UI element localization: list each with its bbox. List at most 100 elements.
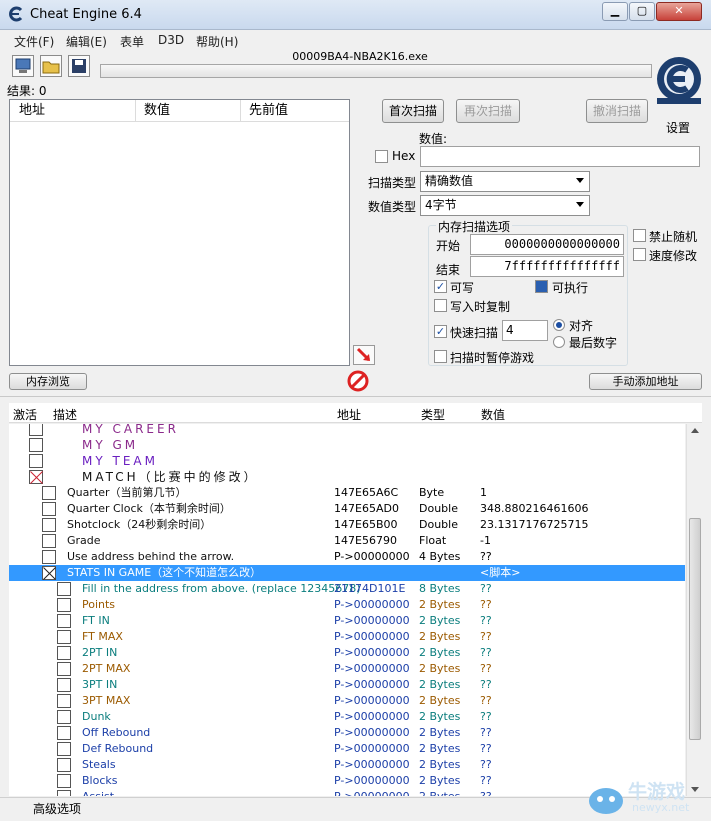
fast-scan-checkbox[interactable] [434,325,447,338]
table-row[interactable]: 2PT MAX P->00000000 2 Bytes?? [9,661,685,677]
maximize-button[interactable]: ▢ [629,2,655,21]
header-description[interactable]: 描述 [53,406,77,423]
row-active-checkbox[interactable] [42,502,56,516]
splitter[interactable] [0,396,711,400]
stop-icon[interactable] [347,370,369,392]
row-active-checkbox[interactable] [57,662,71,676]
row-active-checkbox[interactable] [57,694,71,708]
speedhack-checkbox[interactable] [633,248,646,261]
last-digits-radio[interactable] [553,336,565,348]
advanced-options-button[interactable]: 高级选项 [33,800,81,817]
row-active-checkbox[interactable] [57,582,71,596]
fast-scan-input[interactable]: 4 [502,320,548,341]
row-active-checkbox[interactable] [57,630,71,644]
settings-link[interactable]: 设置 [666,119,690,136]
writable-checkbox[interactable] [434,280,447,293]
header-previous[interactable]: 先前值 [249,100,288,122]
open-file-button[interactable] [40,55,62,77]
copy-on-write-checkbox[interactable] [434,299,447,312]
row-active-checkbox[interactable] [29,454,43,468]
next-scan-button[interactable]: 再次扫描 [456,99,520,123]
table-row[interactable]: Assist P->00000000 2 Bytes?? [9,789,685,796]
table-row[interactable]: STATS IN GAME（这个不知道怎么改） <脚本> [9,565,685,581]
cheat-engine-logo[interactable] [654,54,704,106]
table-row[interactable]: MY TEAM [9,453,685,469]
alignment-radio[interactable] [553,319,565,331]
table-row[interactable]: Quarter（当前第几节） 147E65A6C Byte 1 [9,485,685,501]
menu-table[interactable]: 表单 [120,33,144,50]
minimize-button[interactable]: ▁ [602,2,628,21]
close-button[interactable]: ✕ [656,2,702,21]
menu-edit[interactable]: 编辑(E) [66,33,107,50]
row-active-checkbox[interactable] [57,678,71,692]
header-address[interactable]: 地址 [337,406,361,423]
table-row[interactable]: 3PT MAX P->00000000 2 Bytes?? [9,693,685,709]
undo-scan-button[interactable]: 撤消扫描 [586,99,648,123]
row-active-checkbox[interactable] [42,534,56,548]
found-address-list[interactable] [9,99,350,366]
header-value[interactable]: 数值 [144,100,170,122]
table-row[interactable]: Def Rebound P->00000000 2 Bytes?? [9,741,685,757]
table-row[interactable]: Quarter Clock（本节剩余时间） 147E65AD0 Double 348.… [9,501,685,517]
row-active-checkbox[interactable] [42,550,56,564]
first-scan-button[interactable]: 首次扫描 [382,99,444,123]
stop-address-input[interactable]: 7fffffffffffffff [470,256,624,277]
open-process-button[interactable] [12,55,34,77]
table-row[interactable]: MY GM [9,437,685,453]
table-row[interactable]: Shotclock（24秒剩余时间） 147E65B00 Double 23.1317… [9,517,685,533]
table-row[interactable]: Points P->00000000 2 Bytes?? [9,597,685,613]
value-type-select[interactable]: 4字节 [420,195,590,216]
table-row[interactable]: Dunk P->00000000 2 Bytes?? [9,709,685,725]
add-selected-button[interactable] [353,345,375,365]
row-active-checkbox[interactable] [57,598,71,612]
table-row[interactable]: Off Rebound P->00000000 2 Bytes?? [9,725,685,741]
header-address[interactable]: 地址 [19,100,45,122]
hex-checkbox[interactable] [375,150,388,163]
scroll-thumb[interactable] [689,518,701,740]
row-description: Quarter Clock（本节剩余时间） [67,502,231,515]
table-row[interactable]: 3PT IN P->00000000 2 Bytes?? [9,677,685,693]
vertical-scrollbar[interactable] [686,424,702,796]
table-row[interactable]: Grade 147E56790 Float -1 [9,533,685,549]
row-active-checkbox[interactable] [57,614,71,628]
row-active-checkbox[interactable] [57,742,71,756]
save-button[interactable] [68,55,90,77]
table-row[interactable]: FT IN P->00000000 2 Bytes?? [9,613,685,629]
add-address-manually-button[interactable]: 手动添加地址 [589,373,702,390]
executable-checkbox[interactable] [535,280,548,293]
menu-file[interactable]: 文件(F) [14,33,54,50]
row-active-checkbox[interactable] [57,774,71,788]
no-random-checkbox[interactable] [633,229,646,242]
row-active-checkbox[interactable] [42,486,56,500]
row-active-checkbox[interactable] [57,646,71,660]
header-active[interactable]: 激活 [13,406,37,423]
table-row[interactable]: 2PT IN P->00000000 2 Bytes?? [9,645,685,661]
table-row[interactable]: FT MAX P->00000000 2 Bytes?? [9,629,685,645]
table-row[interactable]: Fill in the address from above. (replace… [9,581,685,597]
menu-d3d[interactable]: D3D [158,33,184,47]
table-row[interactable]: MY CAREER [9,424,685,437]
row-active-checkbox[interactable] [29,470,43,484]
row-active-checkbox[interactable] [57,790,71,796]
menu-help[interactable]: 帮助(H) [196,33,238,50]
value-input[interactable] [420,146,700,167]
scan-type-select[interactable]: 精确数值 [420,171,590,192]
table-row[interactable]: Blocks P->00000000 2 Bytes?? [9,773,685,789]
row-active-checkbox[interactable] [29,424,43,436]
header-type[interactable]: 类型 [421,406,445,423]
memory-view-button[interactable]: 内存浏览 [9,373,87,390]
table-row[interactable]: MATCH（比赛中的修改） [9,469,685,485]
table-row[interactable]: Use address behind the arrow. P->00000000… [9,549,685,565]
row-active-checkbox[interactable] [29,438,43,452]
start-address-input[interactable]: 0000000000000000 [470,234,624,255]
row-active-checkbox[interactable] [57,758,71,772]
pause-game-checkbox[interactable] [434,350,447,363]
scroll-up-icon[interactable] [691,428,699,433]
cheat-table[interactable]: MY CAREER MY GM MY TEAM MATCH（比赛中的修改） Quarte… [9,424,685,796]
row-active-checkbox[interactable] [57,710,71,724]
row-active-checkbox[interactable] [42,518,56,532]
row-active-checkbox[interactable] [57,726,71,740]
table-row[interactable]: Steals P->00000000 2 Bytes?? [9,757,685,773]
row-active-checkbox[interactable] [42,566,56,580]
header-value[interactable]: 数值 [481,406,505,423]
